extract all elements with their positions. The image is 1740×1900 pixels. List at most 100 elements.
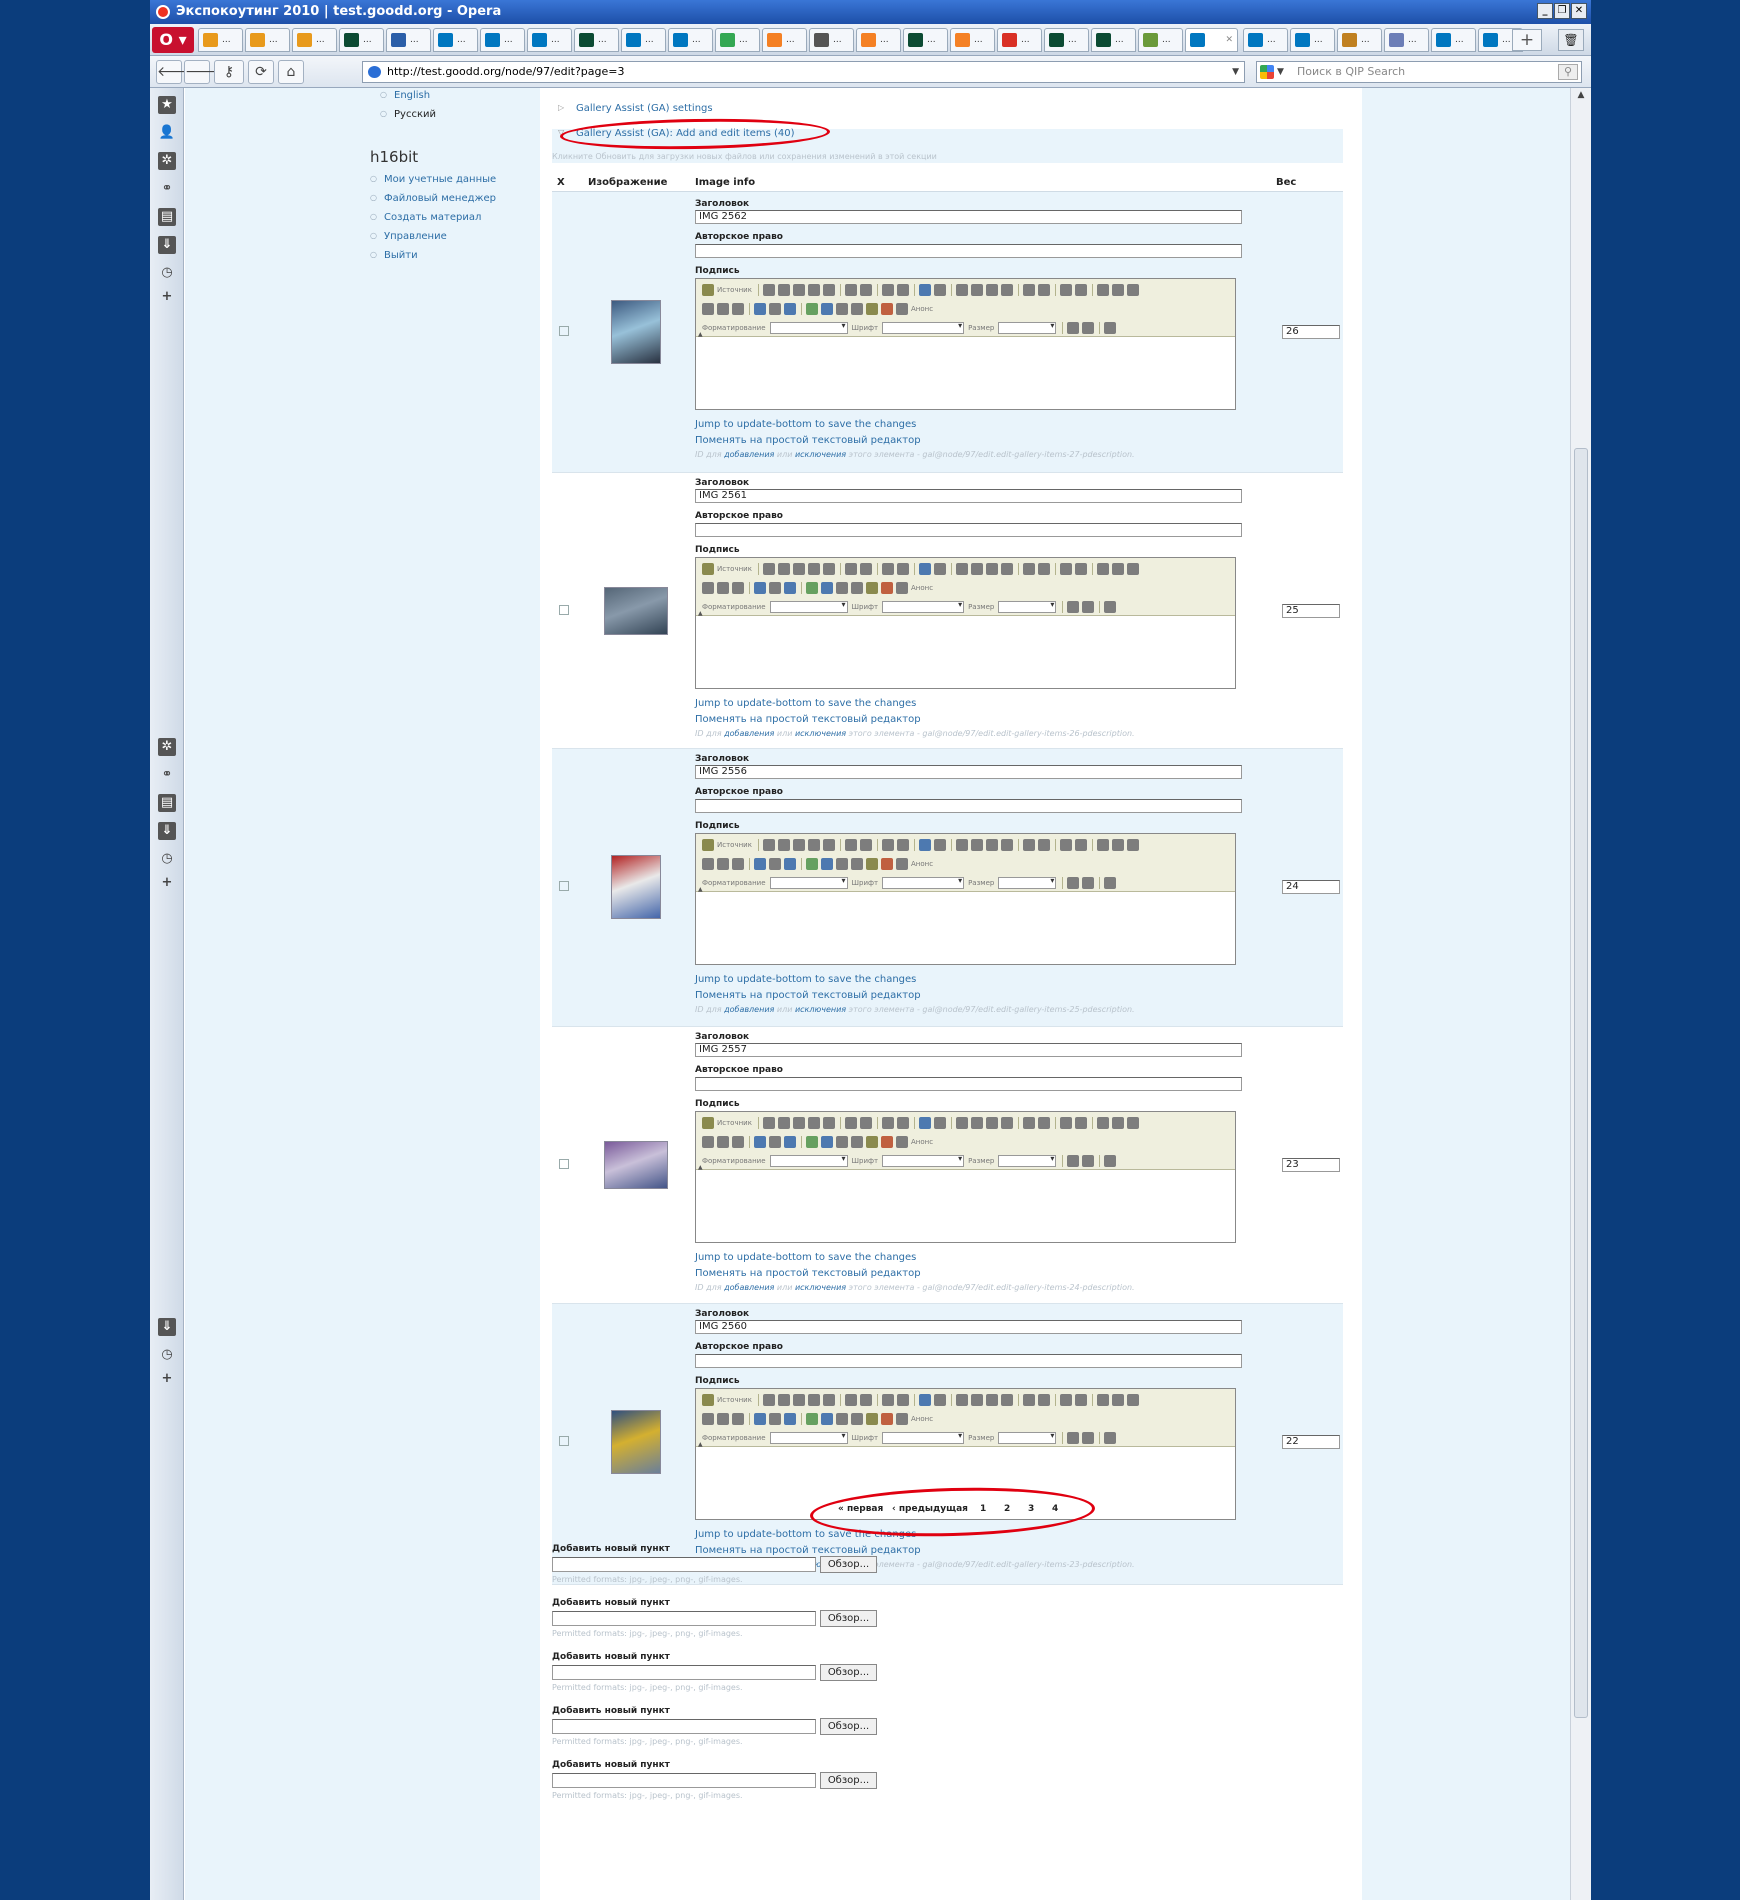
superscript-icon[interactable] xyxy=(1037,1394,1050,1406)
maximize-icon[interactable] xyxy=(1104,601,1117,613)
tab-1[interactable]: ... xyxy=(245,28,290,52)
italic-icon[interactable] xyxy=(970,563,983,575)
paste-text-icon[interactable] xyxy=(807,839,820,851)
weight-field[interactable]: 26 xyxy=(1282,325,1340,339)
paste-text-icon[interactable] xyxy=(807,1394,820,1406)
align-center-icon[interactable] xyxy=(717,858,729,870)
jump-to-update-link[interactable]: Jump to update-bottom to save the change… xyxy=(695,974,916,985)
tab-19[interactable]: ... xyxy=(1091,28,1136,52)
size-select[interactable] xyxy=(998,1154,1057,1167)
caption-editor-body[interactable] xyxy=(696,892,1235,964)
table-icon[interactable] xyxy=(836,1136,848,1148)
subscript-icon[interactable] xyxy=(1022,563,1035,575)
redo-icon[interactable] xyxy=(859,284,872,296)
replace-icon[interactable] xyxy=(896,1394,909,1406)
paste-text-icon[interactable] xyxy=(807,284,820,296)
smiley-icon[interactable] xyxy=(866,1413,878,1425)
add-item-file-input[interactable] xyxy=(552,1557,816,1572)
strike-icon[interactable] xyxy=(1000,1394,1013,1406)
replace-icon[interactable] xyxy=(896,563,909,575)
table-icon[interactable] xyxy=(836,303,848,315)
italic-icon[interactable] xyxy=(970,839,983,851)
browse-button[interactable]: Обзор... xyxy=(820,1610,877,1627)
delete-checkbox[interactable] xyxy=(559,1436,569,1446)
teaser-break-icon[interactable] xyxy=(896,303,908,315)
title-field[interactable]: IMG 2557 xyxy=(695,1043,1242,1057)
image-thumbnail[interactable] xyxy=(611,855,661,919)
size-select[interactable] xyxy=(998,600,1057,613)
bold-icon[interactable] xyxy=(955,839,968,851)
vertical-scrollbar[interactable]: ▲ xyxy=(1570,88,1591,1900)
jump-to-update-link[interactable]: Jump to update-bottom to save the change… xyxy=(695,1252,916,1263)
paste-icon[interactable] xyxy=(792,284,805,296)
link-icon[interactable] xyxy=(754,858,766,870)
downloads-icon[interactable]: ⇓ xyxy=(158,236,176,254)
redo-icon[interactable] xyxy=(859,1117,872,1129)
align-right-icon[interactable] xyxy=(732,1413,744,1425)
paste-word-icon[interactable] xyxy=(822,284,835,296)
remove-format-icon[interactable] xyxy=(933,1394,946,1406)
remove-format-icon[interactable] xyxy=(933,284,946,296)
superscript-icon[interactable] xyxy=(1037,839,1050,851)
widgets-icon[interactable]: ✲ xyxy=(158,738,176,756)
title-field[interactable]: IMG 2562 xyxy=(695,210,1242,224)
sidebar-item-create-content[interactable]: Создать материал xyxy=(370,212,481,223)
flash-icon[interactable] xyxy=(821,1413,833,1425)
anchor-icon[interactable] xyxy=(784,858,796,870)
copyright-field[interactable] xyxy=(695,244,1242,258)
cut-icon[interactable] xyxy=(762,563,775,575)
jump-to-update-link[interactable]: Jump to update-bottom to save the change… xyxy=(695,1529,916,1540)
blockquote-icon[interactable] xyxy=(1126,1117,1139,1129)
outdent-icon[interactable] xyxy=(1096,1394,1109,1406)
bg-color-icon[interactable] xyxy=(1082,1432,1095,1444)
search-icon[interactable]: ⚲ xyxy=(1558,64,1578,80)
restore-icon[interactable]: ❐ xyxy=(1554,3,1570,19)
title-field[interactable]: IMG 2561 xyxy=(695,489,1242,503)
sidebar-item-account[interactable]: Мои учетные данные xyxy=(370,174,496,185)
title-field[interactable]: IMG 2560 xyxy=(695,1320,1242,1334)
table-icon[interactable] xyxy=(836,582,848,594)
underline-icon[interactable] xyxy=(985,839,998,851)
source-icon[interactable] xyxy=(702,1117,714,1129)
weight-field[interactable]: 23 xyxy=(1282,1158,1340,1172)
size-select[interactable] xyxy=(998,321,1057,334)
unlink-icon[interactable] xyxy=(769,1136,781,1148)
underline-icon[interactable] xyxy=(985,284,998,296)
align-right-icon[interactable] xyxy=(732,858,744,870)
subscript-icon[interactable] xyxy=(1022,1117,1035,1129)
id-exclude-link[interactable]: исключения xyxy=(795,729,846,738)
forward-icon[interactable]: 🡒 xyxy=(184,60,223,84)
bold-icon[interactable] xyxy=(955,284,968,296)
link-icon[interactable] xyxy=(754,1136,766,1148)
id-exclude-link[interactable]: исключения xyxy=(795,1283,846,1292)
italic-icon[interactable] xyxy=(970,284,983,296)
switch-plain-editor-link[interactable]: Поменять на простой текстовый редактор xyxy=(695,714,921,725)
find-icon[interactable] xyxy=(881,1394,894,1406)
anchor-icon[interactable] xyxy=(784,1413,796,1425)
tab-14[interactable]: ... xyxy=(856,28,901,52)
paste-word-icon[interactable] xyxy=(822,1117,835,1129)
links-icon[interactable]: ⚭ xyxy=(158,766,176,784)
underline-icon[interactable] xyxy=(985,1394,998,1406)
underline-icon[interactable] xyxy=(985,1117,998,1129)
bulleted-list-icon[interactable] xyxy=(1074,839,1087,851)
close-icon[interactable]: ✕ xyxy=(1571,3,1587,19)
image-icon[interactable] xyxy=(806,582,818,594)
text-color-icon[interactable] xyxy=(1067,322,1080,334)
font-select[interactable] xyxy=(882,600,965,613)
trash-icon[interactable]: 🗑 xyxy=(1558,29,1584,51)
history-icon[interactable]: ◷ xyxy=(158,1346,176,1364)
tab-3[interactable]: ... xyxy=(339,28,384,52)
special-char-icon[interactable] xyxy=(881,303,893,315)
copy-icon[interactable] xyxy=(777,563,790,575)
special-char-icon[interactable] xyxy=(881,1413,893,1425)
weight-field[interactable]: 24 xyxy=(1282,880,1340,894)
replace-icon[interactable] xyxy=(896,1117,909,1129)
align-center-icon[interactable] xyxy=(717,1413,729,1425)
indent-icon[interactable] xyxy=(1111,563,1124,575)
find-icon[interactable] xyxy=(881,284,894,296)
tab-11[interactable]: ... xyxy=(715,28,760,52)
downloads-icon[interactable]: ⇓ xyxy=(158,822,176,840)
caption-editor-body[interactable] xyxy=(696,616,1235,688)
ga-settings-legend[interactable]: ▷ Gallery Assist (GA) settings xyxy=(558,103,713,114)
